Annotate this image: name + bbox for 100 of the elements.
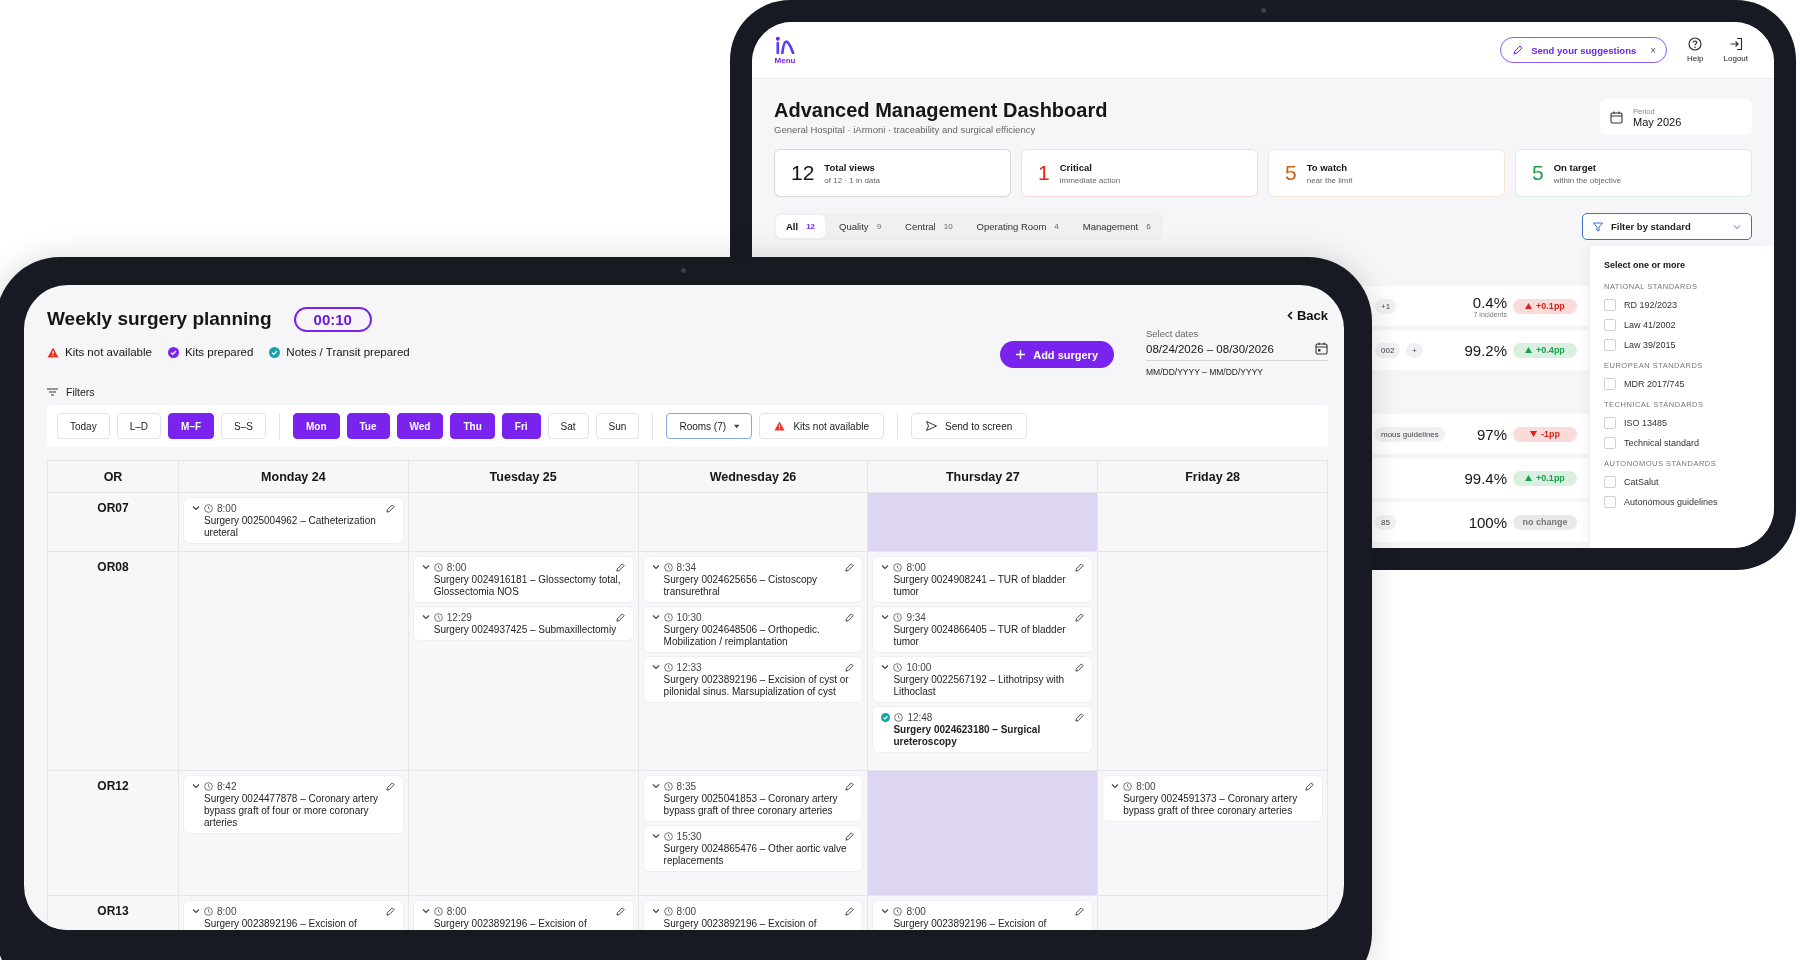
camera-dot: [1261, 8, 1266, 13]
kits-filter-button[interactable]: Kits not available: [759, 413, 884, 439]
surgery-card[interactable]: 15:30 Surgery 0024865476 – Other aortic valve replacements: [643, 826, 863, 871]
edit-button[interactable]: [615, 562, 625, 572]
standard-option[interactable]: Law 41/2002: [1604, 315, 1764, 335]
surgery-title: Surgery 0023892196 – Excision of cyst or pilonidal sinus. Marsupialization of cyst: [662, 674, 850, 698]
surgery-card[interactable]: 8:00 Surgery 0024916181 – Glossectomy total, Glossectomia NOS: [413, 557, 633, 602]
pencil-icon: [845, 906, 855, 916]
edit-button[interactable]: [845, 562, 855, 572]
legend-label: Kits not available: [65, 346, 152, 358]
edit-button[interactable]: [845, 831, 855, 841]
surgery-card[interactable]: 12:48 Surgery 0024623180 – Surgical ureteroscopy: [873, 707, 1093, 752]
surgery-card[interactable]: 9:34 Surgery 0024866405 – TUR of bladder tumor: [873, 607, 1093, 652]
standard-option[interactable]: ISO 13485: [1604, 413, 1764, 433]
standard-option[interactable]: RD 192/2023: [1604, 295, 1764, 315]
surgery-card[interactable]: 8:00 Surgery 0023892196 – Excision of: [873, 901, 1093, 930]
menu-button[interactable]: Menu: [774, 35, 796, 65]
add-surgery-button[interactable]: Add surgery: [1000, 341, 1114, 368]
day-button[interactable]: Wed: [396, 413, 444, 439]
tab[interactable]: Management 6: [1072, 215, 1161, 238]
close-button[interactable]: ×: [1644, 44, 1657, 56]
surgery-card[interactable]: 8:35 Surgery 0025041853 – Coronary artery bypass graft of three coronary arteries: [643, 776, 863, 821]
suggestion-link[interactable]: Send your suggestions: [1531, 44, 1637, 56]
tab[interactable]: Quality 9: [829, 215, 892, 238]
edit-button[interactable]: [615, 906, 625, 916]
help-button[interactable]: Help: [1687, 37, 1704, 63]
pencil-icon: [615, 906, 625, 916]
surgery-card[interactable]: 8:42 Surgery 0024477878 – Coronary artery bypass graft of four or more coronary arteries: [184, 776, 403, 833]
edit-button[interactable]: [1075, 662, 1085, 672]
surgery-card[interactable]: 8:00 Surgery 0023892196 – Excision of: [413, 901, 633, 930]
date-range-field[interactable]: 08/24/2026 – 08/30/2026: [1146, 339, 1328, 361]
checkbox[interactable]: [1604, 437, 1616, 449]
edit-button[interactable]: [1075, 712, 1085, 722]
checkbox[interactable]: [1604, 339, 1616, 351]
clock-icon: [433, 562, 443, 572]
edit-button[interactable]: [1305, 781, 1314, 791]
edit-button[interactable]: [385, 906, 395, 916]
surgery-card[interactable]: 8:34 Surgery 0024625656 – Cistoscopy transurethral: [643, 557, 863, 602]
clock-icon: [204, 503, 213, 513]
timer: 00:10: [293, 306, 372, 332]
day-button[interactable]: Fri: [501, 413, 541, 439]
edit-button[interactable]: [385, 781, 395, 791]
standard-option[interactable]: MDR 2017/745: [1604, 374, 1764, 394]
standard-option[interactable]: CatSalut: [1604, 472, 1764, 492]
surgery-card[interactable]: 8:00 Surgery 0024591373 – Coronary artery bypass graft of three coronary arteries: [1103, 776, 1322, 821]
metric-value: 99.2%: [1464, 341, 1507, 359]
range-button[interactable]: Today: [57, 413, 110, 439]
surgery-card[interactable]: 12:29 Surgery 0024937425 – Submaxillectomiy: [413, 607, 633, 640]
edit-button[interactable]: [1075, 906, 1085, 916]
tab[interactable]: All 12: [776, 215, 826, 238]
day-button[interactable]: Sun: [595, 413, 640, 439]
check-circle-icon: [167, 346, 179, 358]
surgery-card[interactable]: 8:00 Surgery 0023892196 – Excision of: [184, 901, 403, 930]
filters-button[interactable]: Filters: [47, 385, 95, 399]
up-triangle-icon: [1525, 303, 1533, 309]
standard-option[interactable]: Law 39/2015: [1604, 335, 1764, 355]
day-button[interactable]: Sat: [547, 413, 589, 439]
surgery-card[interactable]: 10:30 Surgery 0024648506 – Orthopedic. Mobilization / reimplantation: [643, 607, 863, 652]
surgery-card[interactable]: 12:33 Surgery 0023892196 – Excision of cyst or pilonidal sinus. Marsupialization of cyst: [643, 657, 863, 702]
surgery-card[interactable]: 8:00 Surgery 0023892196 – Excision of: [643, 901, 863, 930]
edit-button[interactable]: [845, 906, 855, 916]
tab[interactable]: Operating Room 4: [966, 215, 1069, 238]
send-to-screen-button[interactable]: Send to screen: [911, 413, 1028, 439]
back-link[interactable]: Back: [1286, 306, 1328, 324]
surgery-time: 15:30: [676, 830, 702, 842]
camera-dot: [681, 268, 686, 273]
day-button[interactable]: Tue: [346, 413, 390, 439]
checkbox[interactable]: [1604, 299, 1616, 311]
edit-button[interactable]: [1075, 612, 1085, 622]
range-button[interactable]: L–D: [116, 413, 162, 439]
edit-button[interactable]: [845, 612, 855, 622]
edit-button[interactable]: [845, 781, 855, 791]
edit-button[interactable]: [845, 662, 855, 672]
filter-button[interactable]: Filter by standard: [1582, 213, 1752, 240]
surgery-card[interactable]: 8:00 Surgery 0024908241 – TUR of bladder tumor: [873, 557, 1093, 602]
checkbox[interactable]: [1604, 417, 1616, 429]
surgery-time: 8:00: [217, 905, 237, 917]
checkbox[interactable]: [1604, 378, 1616, 390]
tab[interactable]: Central 10: [895, 215, 963, 238]
range-button[interactable]: M–F: [168, 413, 215, 439]
standard-option[interactable]: Autonomous guidelines: [1604, 492, 1764, 512]
logout-button[interactable]: Logout: [1723, 37, 1748, 63]
day-button[interactable]: Thu: [450, 413, 495, 439]
clock-icon: [663, 831, 673, 841]
edit-button[interactable]: [385, 503, 395, 513]
edit-button[interactable]: [615, 612, 625, 622]
checkbox[interactable]: [1604, 496, 1616, 508]
checkbox[interactable]: [1604, 476, 1616, 488]
rooms-dropdown[interactable]: Rooms (7): [666, 413, 753, 439]
metric-value: 0.4%: [1472, 294, 1507, 311]
checkbox[interactable]: [1604, 319, 1616, 331]
surgery-title: Surgery 0024648506 – Orthopedic. Mobilization / reimplantation: [662, 624, 821, 648]
clock-icon: [893, 562, 903, 572]
surgery-time: 8:42: [217, 780, 237, 792]
edit-button[interactable]: [1075, 562, 1085, 572]
range-button[interactable]: S–S: [221, 413, 266, 439]
day-button[interactable]: Mon: [292, 413, 340, 439]
standard-option[interactable]: Technical standard: [1604, 433, 1764, 453]
surgery-card[interactable]: 10:00 Surgery 0022567192 – Lithotripsy with Lithoclast: [873, 657, 1093, 702]
surgery-card[interactable]: 8:00 Surgery 0025004962 – Catheterization ureteral: [184, 498, 403, 543]
